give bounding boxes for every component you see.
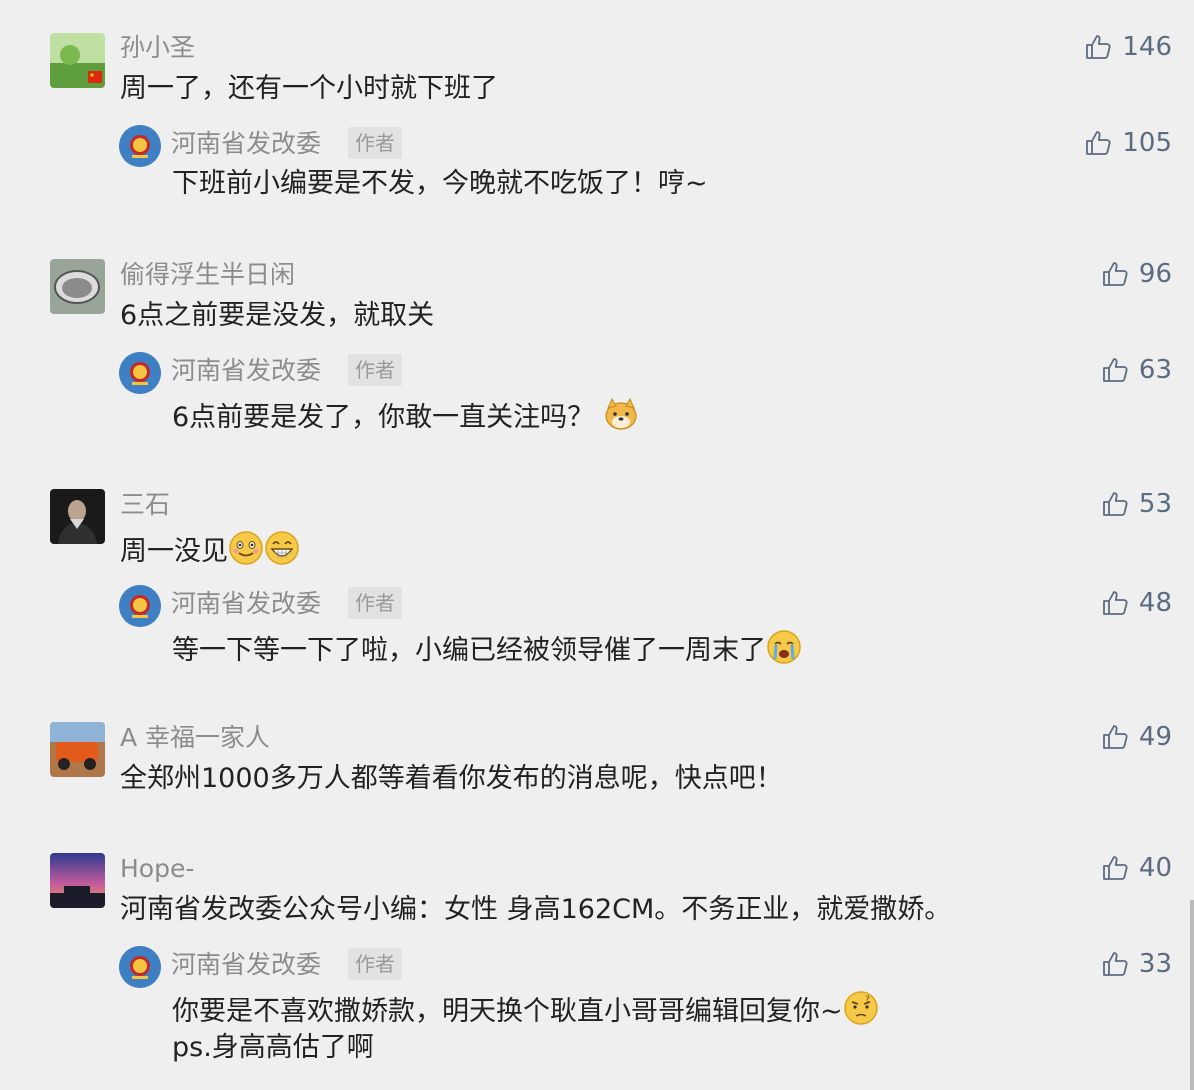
thumbs-up-icon [1101,490,1129,518]
avatar[interactable] [50,722,105,777]
author-badge: 作者 [348,127,402,159]
author-avatar[interactable] [119,352,161,394]
comment-nickname[interactable]: 偷得浮生半日闲 [120,260,295,290]
like-button[interactable]: 146 [1084,31,1172,63]
like-count: 48 [1138,588,1172,618]
like-button[interactable]: 49 [1101,721,1172,753]
like-button[interactable]: 48 [1101,587,1172,619]
comment-nickname[interactable]: 三石 [120,490,170,520]
like-button[interactable]: 105 [1084,127,1172,159]
like-count: 146 [1122,32,1172,62]
comment-text: 周一了，还有一个小时就下班了 [120,73,498,104]
thumbs-up-icon [1101,723,1129,751]
scrollbar[interactable] [1190,900,1194,1090]
author-badge: 作者 [348,948,402,980]
thumbs-up-icon [1101,589,1129,617]
reply-nickname[interactable]: 河南省发改委 [171,129,321,159]
svg-text:?: ? [865,995,870,1005]
grin-emoji-icon [264,530,300,566]
emblem-icon [119,352,161,394]
like-button[interactable]: 33 [1101,948,1172,980]
like-count: 96 [1138,259,1172,289]
like-count: 33 [1138,949,1172,979]
like-button[interactable]: 63 [1101,354,1172,386]
reply-text: 下班前小编要是不发，今晚就不吃饭了！哼~ [172,168,708,200]
avatar[interactable] [50,489,105,544]
comment-nickname[interactable]: Hope- [120,854,194,884]
cry-emoji-icon [766,629,802,665]
like-count: 105 [1122,128,1172,158]
emblem-icon [119,125,161,167]
thinking-emoji-icon: ? [843,990,879,1026]
like-count: 49 [1138,722,1172,752]
author-badge: 作者 [348,354,402,386]
avatar[interactable] [50,259,105,314]
comment-nickname[interactable]: A 幸福一家人 [120,723,270,753]
reply-text: 你要是不喜欢撒娇款，明天换个耿直小哥哥编辑回复你~ ? [172,990,879,1028]
reply-nickname[interactable]: 河南省发改委 [171,950,321,980]
thumbs-up-icon [1101,854,1129,882]
comment-text: 6点之前要是没发，就取关 [120,300,435,331]
reply-text-content: 下班前小编要是不发，今晚就不吃饭了！哼~ [172,168,708,199]
comment-text: 全郑州1000多万人都等着看你发布的消息呢，快点吧！ [120,763,783,794]
reply-text-content: 等一下等一下了啦，小编已经被领导催了一周末了 [172,635,766,666]
comment-text-content: 周一没见 [120,536,228,567]
like-count: 63 [1138,355,1172,385]
smile-emoji-icon [228,530,264,566]
emblem-icon [119,946,161,988]
comment-nickname[interactable]: 孙小圣 [120,33,195,63]
thumbs-up-icon [1101,950,1129,978]
reply-nickname[interactable]: 河南省发改委 [171,589,321,619]
author-avatar[interactable] [119,125,161,167]
author-badge: 作者 [348,587,402,619]
avatar[interactable] [50,853,105,908]
author-avatar[interactable] [119,585,161,627]
like-count: 53 [1138,489,1172,519]
thumbs-up-icon [1101,356,1129,384]
like-button[interactable]: 40 [1101,852,1172,884]
reply-text-content: 6点前要是发了，你敢一直关注吗？ [172,402,595,433]
author-avatar[interactable] [119,946,161,988]
like-button[interactable]: 53 [1101,488,1172,520]
comment-text: 周一没见 [120,530,300,568]
like-button[interactable]: 96 [1101,258,1172,290]
thumbs-up-icon [1084,129,1112,157]
thumbs-up-icon [1084,33,1112,61]
like-count: 40 [1138,853,1172,883]
emblem-icon [119,585,161,627]
avatar[interactable] [50,33,105,88]
comment-text: 河南省发改委公众号小编：女性 身高162CM。不务正业，就爱撒娇。 [120,894,952,925]
reply-text: 6点前要是发了，你敢一直关注吗？ [172,396,639,434]
reply-text-line2: ps.身高高估了啊 [172,1032,374,1063]
thumbs-up-icon [1101,260,1129,288]
reply-nickname[interactable]: 河南省发改委 [171,356,321,386]
reply-text: 等一下等一下了啦，小编已经被领导催了一周末了 [172,629,802,667]
doge-emoji-icon [605,397,637,430]
reply-text-line1: 你要是不喜欢撒娇款，明天换个耿直小哥哥编辑回复你~ [172,996,843,1027]
